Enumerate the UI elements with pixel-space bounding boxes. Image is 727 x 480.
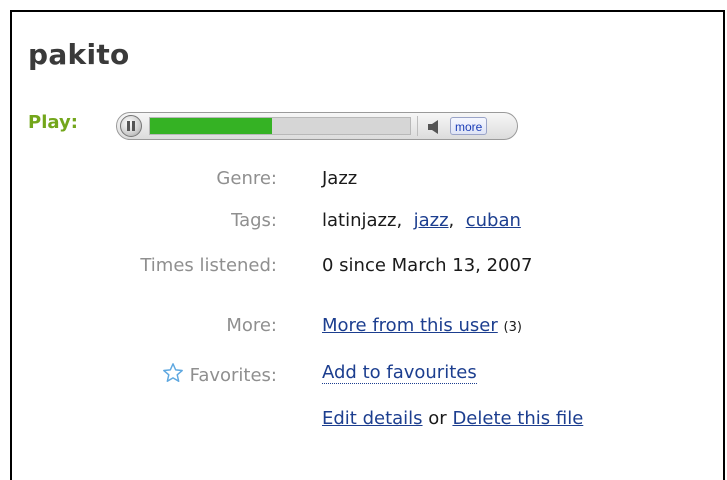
- page-title: pakito: [28, 38, 130, 71]
- progress-fill: [150, 118, 273, 134]
- genre-row: Genre: Jazz: [0, 168, 727, 198]
- genre-value: Jazz: [322, 168, 358, 189]
- tags-label: Tags:: [231, 210, 277, 231]
- add-to-favourites-link[interactable]: Add to favourites: [322, 362, 477, 384]
- tag-latinjazz: latinjazz: [322, 210, 397, 231]
- play-label: Play:: [28, 112, 78, 133]
- times-listened-label: Times listened:: [140, 255, 277, 276]
- progress-track[interactable]: [149, 117, 411, 135]
- favorites-value: Add to favourites: [322, 362, 477, 384]
- more-row: More: More from this user (3): [0, 315, 727, 345]
- more-button[interactable]: more: [450, 117, 488, 135]
- speaker-icon[interactable]: [427, 120, 443, 134]
- favorites-label: Favorites:: [189, 365, 277, 386]
- more-label: More:: [226, 315, 277, 336]
- more-from-user-link[interactable]: More from this user: [322, 315, 498, 336]
- edit-details-link[interactable]: Edit details: [322, 408, 423, 429]
- genre-label: Genre:: [216, 168, 277, 189]
- delete-file-link[interactable]: Delete this file: [452, 408, 583, 429]
- times-listened-value: 0 since March 13, 2007: [322, 255, 533, 276]
- star-icon: [162, 363, 183, 382]
- or-text: or: [428, 408, 447, 429]
- tags-value: latinjazz, jazz, cuban: [322, 210, 521, 231]
- audio-player: more: [116, 112, 518, 140]
- tag-jazz-link[interactable]: jazz: [414, 210, 449, 231]
- more-count: (3): [503, 320, 522, 335]
- favorites-label-wrap: Favorites:: [162, 362, 277, 386]
- actions-row: Edit details or Delete this file: [0, 408, 727, 438]
- player-divider: [417, 116, 418, 136]
- more-value: More from this user (3): [322, 315, 522, 336]
- favorites-row: Favorites: Add to favourites: [0, 362, 727, 392]
- tags-row: Tags: latinjazz, jazz, cuban: [0, 210, 727, 240]
- times-listened-row: Times listened: 0 since March 13, 2007: [0, 255, 727, 285]
- actions-value: Edit details or Delete this file: [322, 408, 583, 429]
- pause-icon[interactable]: [120, 115, 142, 137]
- tag-cuban-link[interactable]: cuban: [466, 210, 521, 231]
